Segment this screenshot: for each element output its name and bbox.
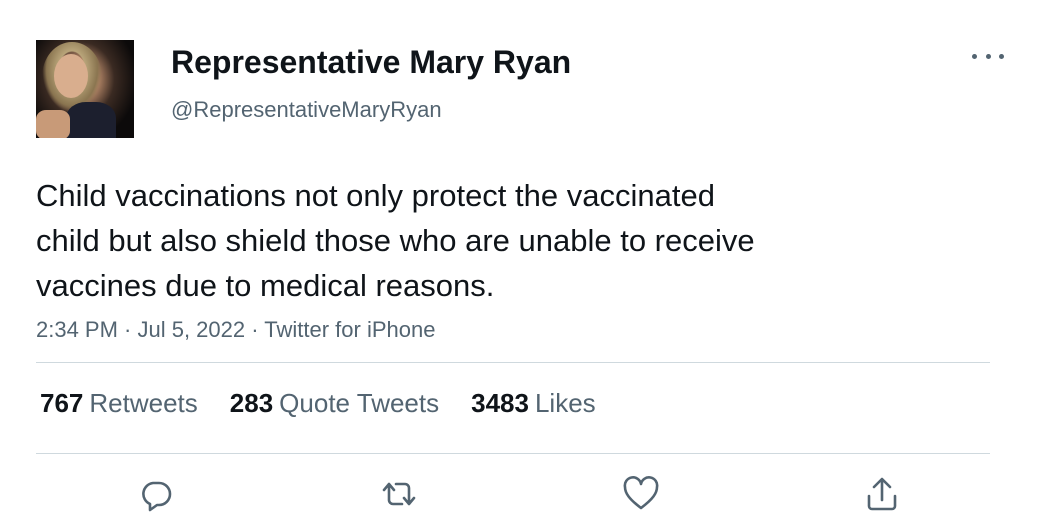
quote-tweets-stat[interactable]: 283 Quote Tweets — [230, 388, 439, 419]
avatar[interactable] — [36, 40, 134, 138]
divider — [36, 453, 990, 454]
tweet-meta[interactable]: 2:34 PM · Jul 5, 2022 · Twitter for iPho… — [36, 317, 435, 343]
quotes-label: Quote Tweets — [279, 388, 440, 418]
retweets-stat[interactable]: 767 Retweets — [40, 388, 198, 419]
quotes-count: 283 — [229, 388, 274, 418]
likes-count: 3483 — [471, 388, 529, 418]
tweet-stats: 767 Retweets 283 Quote Tweets 3483 Likes — [40, 388, 628, 419]
avatar-arm — [36, 110, 70, 138]
reply-icon — [142, 481, 172, 512]
retweets-label: Retweets — [89, 388, 198, 418]
retweets-count: 767 — [40, 388, 84, 418]
tweet-text: Child vaccinations not only protect the … — [36, 178, 755, 303]
retweet-button[interactable] — [379, 474, 419, 514]
like-icon — [623, 476, 659, 510]
avatar-shirt — [66, 102, 116, 138]
more-dot — [985, 53, 991, 59]
share-icon — [867, 477, 897, 511]
likes-stat[interactable]: 3483 Likes — [471, 388, 596, 419]
share-button[interactable] — [862, 474, 902, 514]
more-options-icon[interactable] — [972, 44, 1004, 68]
more-dot — [972, 53, 977, 59]
like-button[interactable] — [621, 474, 661, 514]
retweet-icon — [382, 482, 416, 506]
divider — [36, 362, 990, 363]
reply-button[interactable] — [136, 474, 176, 514]
avatar-face — [54, 54, 88, 98]
display-name[interactable]: Representative Mary Ryan — [171, 44, 571, 81]
more-dot — [999, 53, 1004, 59]
likes-label: Likes — [534, 388, 596, 418]
user-handle[interactable]: @RepresentativeMaryRyan — [171, 97, 442, 123]
